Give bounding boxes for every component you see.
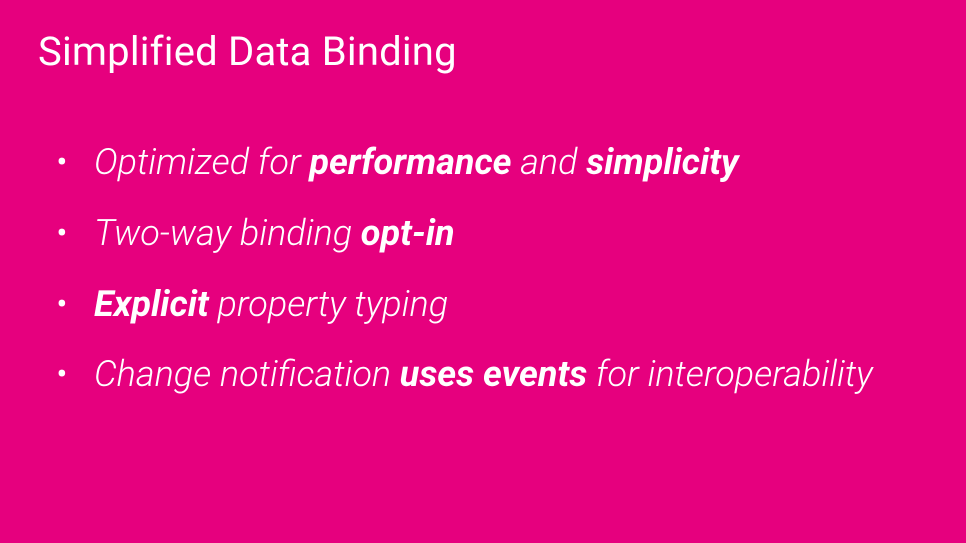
- bullet-text: Two-way binding: [94, 212, 361, 254]
- bullet-text-bold: simplicity: [586, 141, 738, 183]
- slide: Simplified Data Binding Optimized for pe…: [0, 0, 966, 543]
- bullet-text-bold: opt-in: [361, 212, 455, 254]
- bullet-text: property typing: [209, 283, 448, 325]
- bullet-list: Optimized for performance and simplicity…: [38, 139, 928, 398]
- bullet-text: Optimized for: [94, 141, 309, 183]
- bullet-text-bold: Explicit: [94, 283, 209, 325]
- bullet-text: and: [512, 141, 587, 183]
- bullet-item: Optimized for performance and simplicity: [56, 139, 928, 186]
- bullet-item: Explicit property typing: [56, 281, 928, 328]
- bullet-text-bold: uses events: [400, 353, 587, 395]
- bullet-text: for interoperability: [587, 353, 873, 395]
- bullet-text: Change notification: [94, 353, 400, 395]
- bullet-text-bold: performance: [309, 141, 511, 183]
- slide-title: Simplified Data Binding: [38, 28, 928, 75]
- bullet-item: Change notification uses events for inte…: [56, 351, 928, 398]
- bullet-item: Two-way binding opt-in: [56, 210, 928, 257]
